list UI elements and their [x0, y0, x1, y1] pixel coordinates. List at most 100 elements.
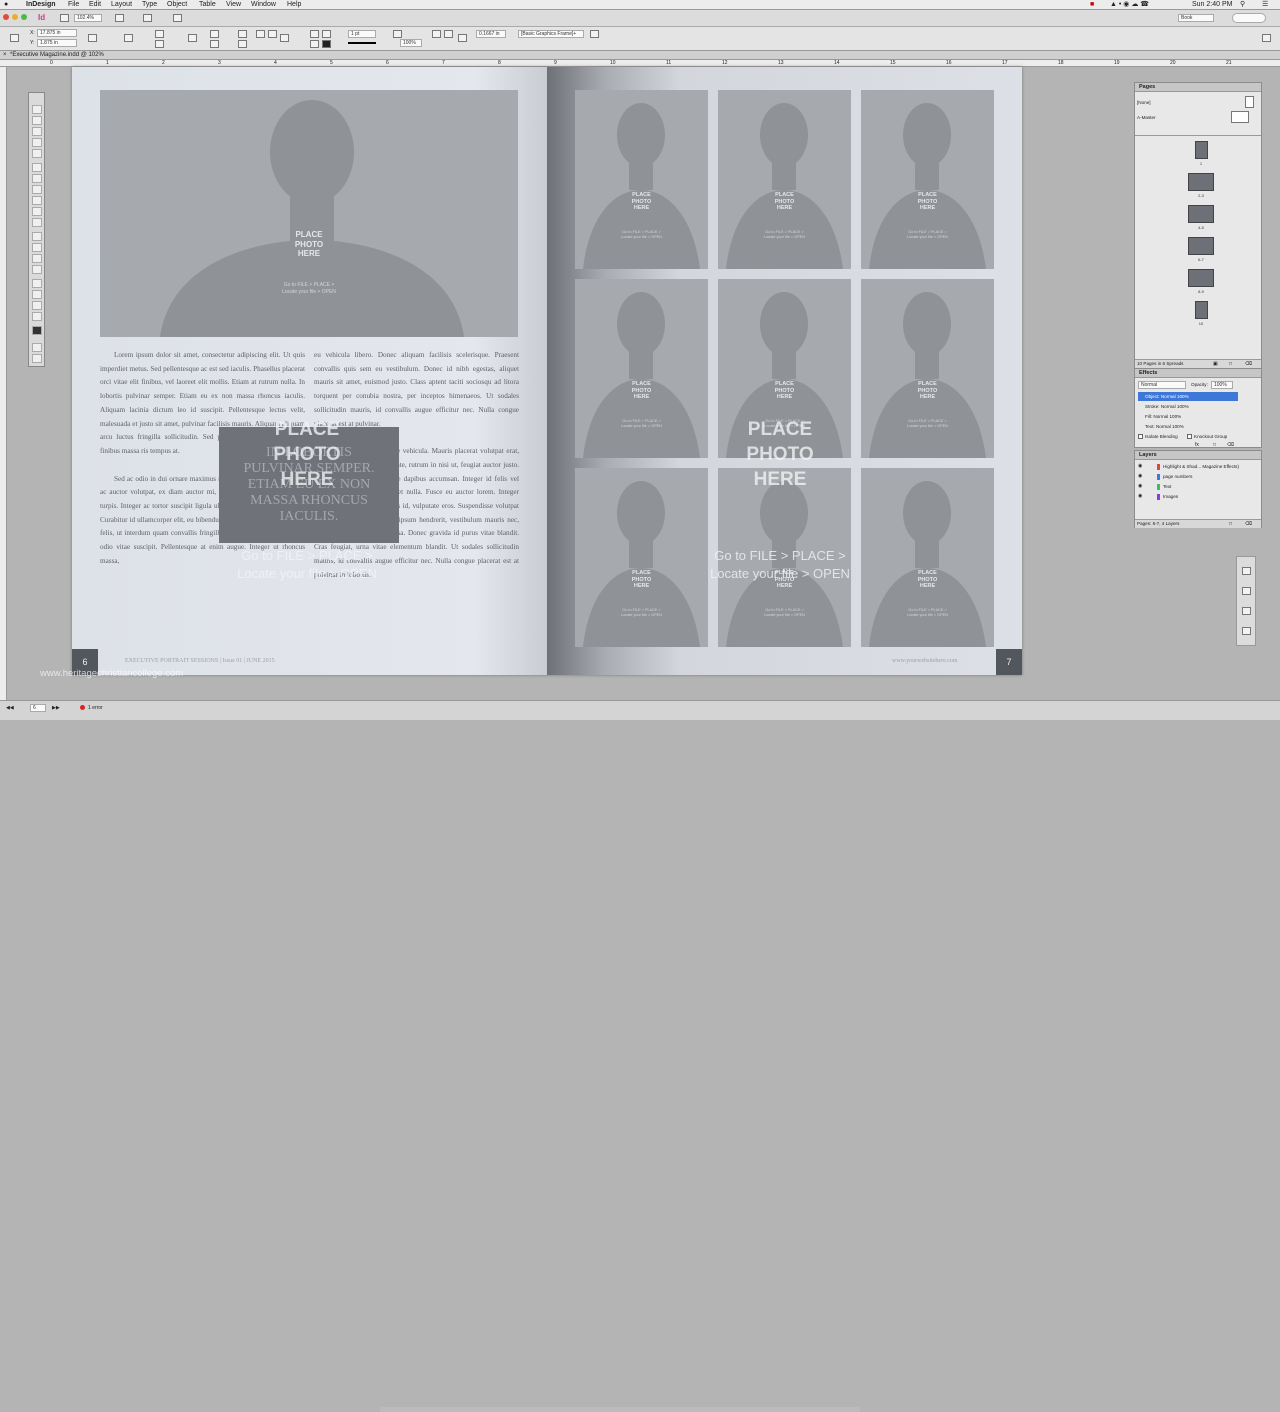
zoom-level-field[interactable]: 102.4% — [74, 14, 102, 22]
layers-panel-title[interactable]: Layers — [1135, 451, 1261, 460]
flip-vertical-icon[interactable] — [238, 40, 247, 48]
grid-photo-placeholder[interactable]: PLACE PHOTO HERE Go to FILE > PLACE > Locate… — [861, 279, 994, 458]
opacity-icon[interactable] — [393, 30, 402, 38]
fx-icon[interactable] — [444, 30, 453, 38]
scissors-tool-icon[interactable] — [32, 232, 42, 241]
page-thumbnail[interactable] — [1188, 269, 1214, 287]
document-tab[interactable]: *Executive Magazine.indd @ 102% — [10, 51, 104, 60]
grid-photo-placeholder[interactable]: PLACE PHOTO HERE Go to FILE > PLACE > Locate… — [861, 90, 994, 269]
adobe-icon[interactable]: ■ — [1090, 0, 1094, 10]
screen-mode-tool-icon[interactable] — [32, 354, 42, 363]
first-page-icon[interactable]: ◀◀ — [6, 705, 14, 711]
right-page[interactable]: PLACE PHOTO HERE Go to FILE > PLACE > Locate… — [547, 67, 1022, 675]
layers-panel[interactable]: Layers ◉ Highlight & Shad... Magazine Eff… — [1134, 450, 1262, 528]
page-tool-icon[interactable] — [32, 127, 42, 136]
apple-icon[interactable]: ● — [4, 0, 8, 10]
rectangle-frame-tool-icon[interactable] — [32, 207, 42, 216]
layer-name[interactable]: Text — [1163, 484, 1171, 489]
isolate-blending-checkbox[interactable] — [1138, 434, 1143, 439]
a-master-thumb[interactable] — [1231, 111, 1249, 123]
note-tool-icon[interactable] — [32, 279, 42, 288]
preflight-errors[interactable]: 1 error — [88, 705, 103, 711]
layer-name[interactable]: Highlight & Shad... Magazine Effects) — [1163, 464, 1239, 469]
select-content-icon[interactable] — [322, 30, 331, 38]
grid-photo-placeholder[interactable]: PLACE PHOTO HERE Go to FILE > PLACE > Locate… — [718, 90, 851, 269]
hand-tool-icon[interactable] — [32, 301, 42, 310]
offset-field[interactable]: 0.1667 in — [476, 30, 506, 38]
stroke-weight-field[interactable]: 1 pt — [348, 30, 376, 38]
select-container-icon[interactable] — [310, 30, 319, 38]
menu-object[interactable]: Object — [167, 0, 187, 10]
fill-swatch-icon[interactable] — [310, 40, 319, 48]
x-position-field[interactable]: 17.875 in — [37, 29, 77, 37]
content-collector-icon[interactable] — [32, 149, 42, 158]
opacity-field[interactable]: 100% — [400, 39, 422, 47]
rotate-90-cw-icon[interactable] — [256, 30, 265, 38]
clear-overrides-icon[interactable] — [590, 30, 599, 38]
page-number-field[interactable]: 6 — [30, 704, 46, 712]
y-position-field[interactable]: 1.875 in — [37, 39, 77, 47]
minimize-window-icon[interactable] — [12, 14, 18, 20]
next-page-icon[interactable]: ▶▶ — [52, 705, 60, 711]
pages-panel[interactable]: Pages [None] A-Master 1 2-3 4-5 6-7 8-9 10 10… — [1134, 82, 1262, 368]
layer-name[interactable]: page numbers — [1163, 474, 1192, 479]
effects-row-text[interactable]: Text: Normal 100% — [1145, 424, 1184, 429]
paragraph-panel-icon[interactable] — [1242, 607, 1251, 615]
stroke-swatch-icon[interactable] — [322, 40, 331, 48]
screen-mode-icon[interactable] — [143, 14, 152, 22]
flip-horizontal-icon[interactable] — [238, 30, 247, 38]
layer-visibility-icon[interactable]: ◉ — [1138, 493, 1142, 499]
new-layer-icon[interactable]: □ — [1229, 521, 1232, 527]
search-field[interactable] — [1232, 13, 1266, 23]
free-transform-tool-icon[interactable] — [32, 243, 42, 252]
knockout-group-checkbox[interactable] — [1187, 434, 1192, 439]
menu-edit[interactable]: Edit — [89, 0, 101, 10]
gradient-tool-icon[interactable] — [32, 254, 42, 263]
document-spread[interactable]: PLACE PHOTO HERE Go to FILE > PLACE > Lo… — [72, 67, 1022, 675]
arrange-documents-icon[interactable] — [173, 14, 182, 22]
effects-panel[interactable]: Effects Normal Opacity: 100% Object: Nor… — [1134, 368, 1262, 448]
reference-point-icon[interactable] — [10, 34, 19, 42]
gradient-feather-tool-icon[interactable] — [32, 265, 42, 274]
effects-opacity-field[interactable]: 100% — [1211, 381, 1233, 389]
fx-menu-icon[interactable]: fx — [1195, 442, 1199, 448]
a-master[interactable]: A-Master — [1137, 115, 1156, 120]
page-thumbnail[interactable] — [1188, 205, 1214, 223]
menu-help[interactable]: Help — [287, 0, 301, 10]
new-page-icon[interactable]: □ — [1229, 361, 1232, 367]
page-size-icon[interactable]: ▣ — [1213, 361, 1218, 367]
text-wrap-icon[interactable] — [458, 34, 467, 42]
panel-menu-icon[interactable] — [1262, 34, 1271, 42]
fill-stroke-icon[interactable] — [32, 326, 42, 335]
hero-photo-placeholder[interactable]: PLACE PHOTO HERE Go to FILE > PLACE > Lo… — [100, 90, 518, 337]
horizontal-scrollbar[interactable] — [380, 1407, 860, 1412]
bridge-icon[interactable] — [60, 14, 69, 22]
menu-view[interactable]: View — [226, 0, 241, 10]
blend-mode-dropdown[interactable]: Normal — [1138, 381, 1186, 389]
type-tool-icon[interactable] — [32, 163, 42, 172]
grid-photo-placeholder[interactable]: PLACE PHOTO HERE Go to FILE > PLACE > Locate… — [575, 90, 708, 269]
page-thumbnail[interactable] — [1188, 237, 1214, 255]
delete-page-icon[interactable]: ⌫ — [1245, 361, 1252, 367]
vertical-ruler[interactable] — [0, 67, 7, 700]
shear-icon[interactable] — [210, 40, 219, 48]
spotlight-icon[interactable]: ⚲ — [1240, 0, 1245, 10]
layer-visibility-icon[interactable]: ◉ — [1138, 463, 1142, 469]
proportions-lock-icon[interactable] — [188, 34, 197, 42]
preview-mode-icon[interactable] — [32, 343, 42, 352]
page-thumbnail[interactable] — [1194, 141, 1208, 159]
effects-row-fill[interactable]: Fill: Normal 100% — [1145, 414, 1181, 419]
drop-shadow-icon[interactable] — [432, 30, 441, 38]
scale-y-icon[interactable] — [155, 40, 164, 48]
width-height-icon[interactable] — [88, 34, 97, 42]
pencil-tool-icon[interactable] — [32, 196, 42, 205]
menu-window[interactable]: Window — [251, 0, 276, 10]
rotate-90-ccw-icon[interactable] — [268, 30, 277, 38]
gap-tool-icon[interactable] — [32, 138, 42, 147]
zoom-tool-icon[interactable] — [32, 312, 42, 321]
menu-file[interactable]: File — [68, 0, 79, 10]
grid-photo-placeholder[interactable]: PLACE PHOTO HERE Go to FILE > PLACE > Locate… — [861, 468, 994, 647]
layer-visibility-icon[interactable]: ◉ — [1138, 483, 1142, 489]
page-thumbnail[interactable] — [1194, 301, 1208, 319]
pages-panel-title[interactable]: Pages — [1135, 83, 1261, 92]
